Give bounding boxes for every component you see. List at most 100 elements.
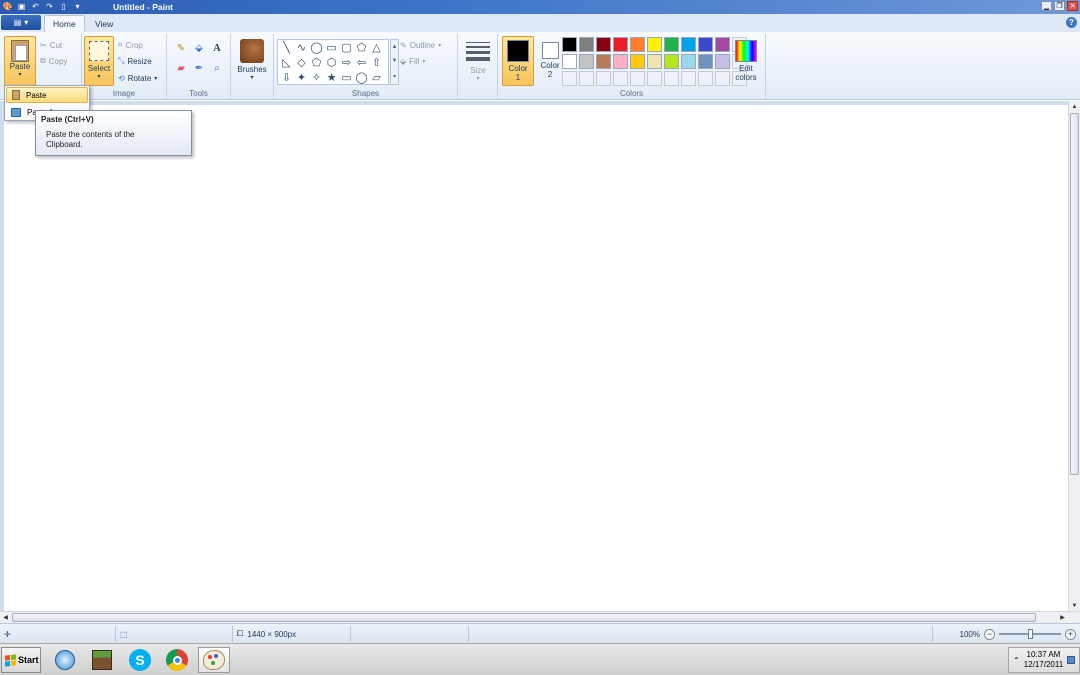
custom-swatch-1[interactable] xyxy=(579,71,594,86)
color1-button[interactable]: Color 1 xyxy=(502,36,534,86)
chevron-up-icon[interactable]: ▲ xyxy=(392,44,398,50)
palette-swatch-r2-5[interactable] xyxy=(647,54,662,69)
palette-swatch-r1-7[interactable] xyxy=(681,37,696,52)
custom-swatch-3[interactable] xyxy=(613,71,628,86)
shape-17-icon[interactable]: ★ xyxy=(324,71,339,86)
shape-0-icon[interactable]: ╲ xyxy=(279,41,294,56)
minimize-button[interactable]: ▁ xyxy=(1041,1,1052,11)
scroll-right-icon[interactable]: ▶ xyxy=(1057,612,1068,623)
palette-swatch-r2-9[interactable] xyxy=(715,54,730,69)
tab-view[interactable]: View xyxy=(87,15,121,32)
undo-icon[interactable]: ↶ xyxy=(30,1,41,12)
shape-10-icon[interactable]: ⬡ xyxy=(324,56,339,71)
palette-swatch-r1-6[interactable] xyxy=(664,37,679,52)
shape-12-icon[interactable]: ⇦ xyxy=(354,56,369,71)
restore-button[interactable]: ❐ xyxy=(1054,1,1065,11)
shape-16-icon[interactable]: ✧ xyxy=(309,71,324,86)
eraser-icon[interactable]: ▰ xyxy=(173,60,189,76)
shape-8-icon[interactable]: ◇ xyxy=(294,56,309,71)
scroll-up-icon[interactable]: ▲ xyxy=(1069,101,1080,112)
start-button[interactable]: Start xyxy=(1,647,41,673)
palette-swatch-r1-8[interactable] xyxy=(698,37,713,52)
drawing-canvas[interactable] xyxy=(4,105,1068,611)
zoom-slider[interactable] xyxy=(999,629,1061,639)
chevron-down-icon[interactable]: ▼ xyxy=(392,58,398,64)
custom-swatch-2[interactable] xyxy=(596,71,611,86)
shape-20-icon[interactable]: ▱ xyxy=(369,71,384,86)
skype-taskbar-icon[interactable]: S xyxy=(124,647,156,673)
menu-item-paste[interactable]: Paste xyxy=(6,87,88,103)
horizontal-scrollbar[interactable]: ◀ ▶ xyxy=(0,611,1080,623)
select-button[interactable]: Select ▾ xyxy=(84,36,114,86)
paint-taskbar-icon[interactable] xyxy=(198,647,230,673)
palette-swatch-r1-5[interactable] xyxy=(647,37,662,52)
clock[interactable]: 10:37 AM 12/17/2011 xyxy=(1024,650,1063,670)
shape-3-icon[interactable]: ▭ xyxy=(324,41,339,56)
shape-11-icon[interactable]: ⇨ xyxy=(339,56,354,71)
shape-13-icon[interactable]: ⇧ xyxy=(369,56,384,71)
rotate-button[interactable]: ⟲ Rotate ▾ xyxy=(118,71,157,85)
shape-7-icon[interactable]: ◺ xyxy=(279,56,294,71)
text-icon[interactable]: A xyxy=(209,40,225,56)
paste-button[interactable]: Paste ▾ xyxy=(4,36,36,86)
new-icon[interactable]: ▯ xyxy=(58,1,69,12)
zoom-slider-knob[interactable] xyxy=(1028,629,1033,639)
close-button[interactable]: ✕ xyxy=(1067,1,1078,11)
shape-14-icon[interactable]: ⇩ xyxy=(279,71,294,86)
paint-app-icon[interactable]: 🎨 xyxy=(2,1,13,12)
palette-swatch-r2-6[interactable] xyxy=(664,54,679,69)
safari-taskbar-icon[interactable] xyxy=(49,647,81,673)
customize-qat-icon[interactable]: ▾ xyxy=(72,1,83,12)
custom-swatch-8[interactable] xyxy=(698,71,713,86)
copy-button[interactable]: ⧉ Copy xyxy=(40,54,67,68)
save-icon[interactable]: ▣ xyxy=(16,1,27,12)
palette-swatch-r1-1[interactable] xyxy=(579,37,594,52)
vertical-scroll-thumb[interactable] xyxy=(1070,113,1079,475)
palette-swatch-r1-3[interactable] xyxy=(613,37,628,52)
chrome-taskbar-icon[interactable] xyxy=(161,647,193,673)
size-button[interactable]: Size ▾ xyxy=(465,36,491,82)
zoom-in-button[interactable]: + xyxy=(1065,628,1076,640)
paint-menu-button[interactable]: ▤ ▾ xyxy=(1,15,41,30)
zoom-out-button[interactable]: − xyxy=(984,628,995,640)
outline-button[interactable]: ✎ Outline ▾ xyxy=(400,38,441,52)
palette-swatch-r1-9[interactable] xyxy=(715,37,730,52)
expand-gallery-icon[interactable]: ▾ xyxy=(393,73,396,80)
palette-swatch-r2-7[interactable] xyxy=(681,54,696,69)
cut-button[interactable]: ✂ Cut xyxy=(40,38,62,52)
minecraft-taskbar-icon[interactable] xyxy=(86,647,118,673)
palette-swatch-r2-3[interactable] xyxy=(613,54,628,69)
crop-button[interactable]: ⌗ Crop xyxy=(118,38,143,52)
redo-icon[interactable]: ↷ xyxy=(44,1,55,12)
palette-swatch-r1-4[interactable] xyxy=(630,37,645,52)
horizontal-scroll-thumb[interactable] xyxy=(12,613,1036,622)
help-icon[interactable]: ? xyxy=(1066,17,1077,28)
magnifier-icon[interactable]: ⌕ xyxy=(209,60,225,76)
custom-swatch-4[interactable] xyxy=(630,71,645,86)
fill-button[interactable]: ⬙ Fill ▾ xyxy=(400,54,425,68)
shapes-gallery-scroll[interactable]: ▲ ▼ ▾ xyxy=(390,39,399,85)
shape-15-icon[interactable]: ✦ xyxy=(294,71,309,86)
palette-swatch-r2-1[interactable] xyxy=(579,54,594,69)
shape-2-icon[interactable]: ◯ xyxy=(309,41,324,56)
fill-bucket-icon[interactable]: ⬙ xyxy=(191,40,207,56)
brushes-button[interactable]: Brushes ▾ xyxy=(236,36,268,81)
shape-9-icon[interactable]: ⬠ xyxy=(309,56,324,71)
shape-19-icon[interactable]: ◯ xyxy=(354,71,369,86)
palette-swatch-r2-4[interactable] xyxy=(630,54,645,69)
vertical-scrollbar[interactable]: ▲ ▼ xyxy=(1068,101,1080,611)
palette-swatch-r1-2[interactable] xyxy=(596,37,611,52)
scroll-down-icon[interactable]: ▼ xyxy=(1069,600,1080,611)
palette-swatch-r1-0[interactable] xyxy=(562,37,577,52)
custom-swatch-5[interactable] xyxy=(647,71,662,86)
custom-swatch-0[interactable] xyxy=(562,71,577,86)
show-hidden-icons-icon[interactable]: ⌃ xyxy=(1013,656,1020,665)
shape-5-icon[interactable]: ⬠ xyxy=(354,41,369,56)
resize-button[interactable]: ⤡ Resize xyxy=(118,54,152,68)
color-picker-icon[interactable]: ✒ xyxy=(191,60,207,76)
scroll-left-icon[interactable]: ◀ xyxy=(0,612,11,623)
shape-18-icon[interactable]: ▭ xyxy=(339,71,354,86)
palette-swatch-r2-2[interactable] xyxy=(596,54,611,69)
shape-6-icon[interactable]: △ xyxy=(369,41,384,56)
custom-swatch-9[interactable] xyxy=(715,71,730,86)
